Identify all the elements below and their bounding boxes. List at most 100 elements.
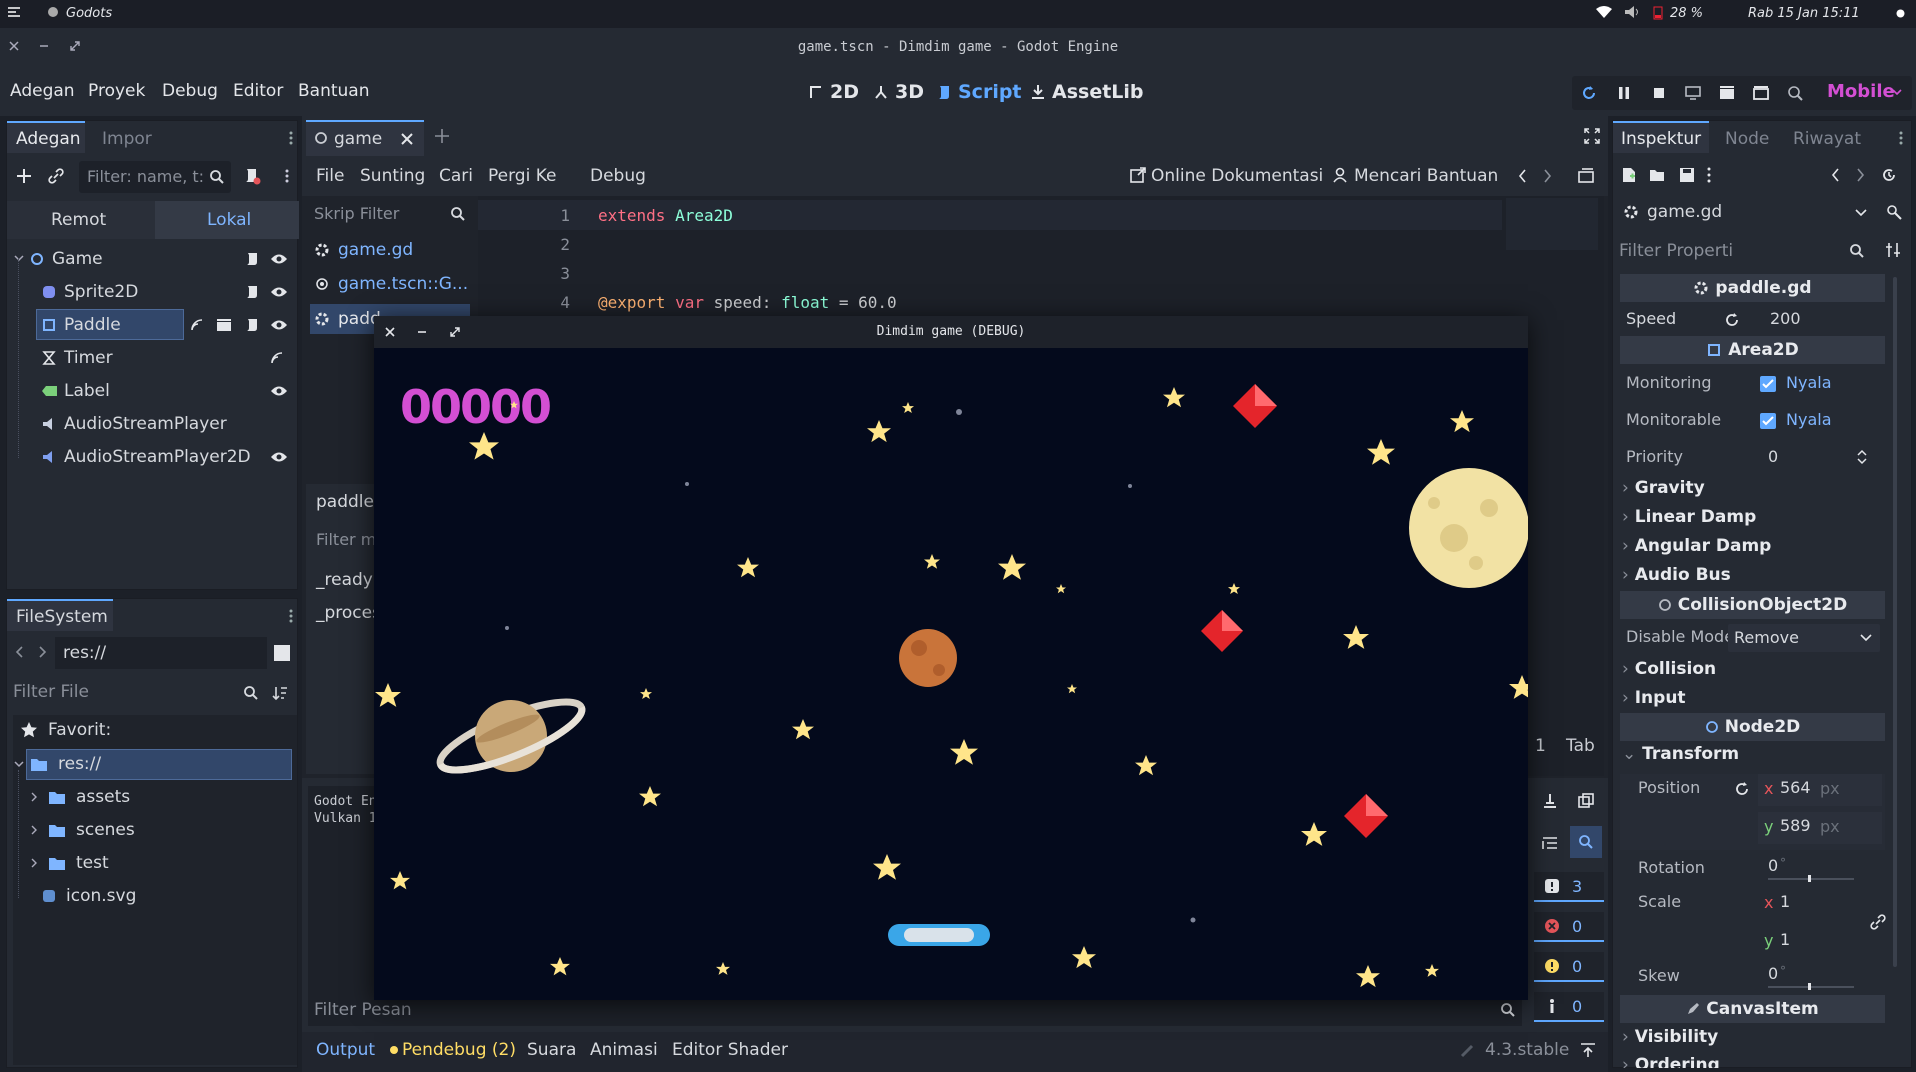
script-item-game-tscn[interactable]: game.tscn::G...	[314, 274, 468, 294]
history-back-icon[interactable]	[1831, 167, 1841, 183]
script-icon[interactable]	[244, 317, 260, 333]
back-icon[interactable]	[15, 645, 25, 659]
filter-info-toggle[interactable]: 0	[1534, 992, 1604, 1022]
spinner-icon[interactable]	[1856, 449, 1868, 465]
tab-import[interactable]: Impor	[102, 129, 152, 149]
code-minimap[interactable]	[1506, 198, 1598, 250]
group-icon[interactable]	[216, 318, 232, 332]
update-spinner-icon[interactable]	[1460, 1044, 1474, 1058]
signal-icon[interactable]	[190, 318, 204, 332]
clear-log-icon[interactable]	[1542, 793, 1558, 809]
tab-output[interactable]: Output	[316, 1040, 375, 1060]
remote-debug-icon[interactable]	[1684, 84, 1702, 102]
distraction-free-icon[interactable]	[1584, 128, 1600, 144]
filter-errors2-toggle[interactable]: 0	[1534, 912, 1604, 942]
disable-mode-select[interactable]: Remove	[1728, 624, 1880, 652]
workspace-assetlib[interactable]: AssetLib	[1030, 81, 1144, 103]
visibility-eye-icon[interactable]	[270, 450, 288, 464]
chevron-right-icon[interactable]	[30, 858, 38, 868]
category-input[interactable]: › Input	[1622, 688, 1686, 708]
edited-resource-select[interactable]: game.gd	[1617, 195, 1873, 229]
filter-errors-toggle[interactable]: 3	[1534, 872, 1604, 902]
chevron-down-icon[interactable]	[1892, 88, 1902, 96]
script-menu-goto[interactable]: Pergi Ke	[488, 166, 556, 186]
wifi-icon[interactable]	[1595, 5, 1613, 19]
new-resource-icon[interactable]	[1621, 167, 1637, 183]
dock-menu-icon[interactable]	[289, 609, 293, 623]
menu-icon[interactable]	[6, 4, 22, 20]
save-icon[interactable]	[1679, 167, 1695, 183]
script-icon[interactable]	[244, 251, 260, 267]
checkbox-checked-icon[interactable]	[1760, 376, 1776, 392]
menu-editor[interactable]: Editor	[233, 81, 283, 101]
workspace-3d[interactable]: 3D	[873, 81, 924, 103]
category-visibility[interactable]: › Visibility	[1622, 1027, 1718, 1047]
fs-folder-test[interactable]: test	[30, 853, 109, 873]
tab-debugger[interactable]: Pendebug (2)	[402, 1040, 516, 1060]
monitorable-value[interactable]: Nyala	[1786, 410, 1832, 429]
collapse-icon[interactable]	[1542, 835, 1558, 851]
tab-game[interactable]: game	[306, 120, 424, 156]
tab-animation[interactable]: Animasi	[590, 1040, 658, 1060]
open-folder-icon[interactable]	[1649, 167, 1665, 183]
chevron-right-icon[interactable]	[30, 792, 38, 802]
scene-menu-icon[interactable]	[285, 169, 289, 183]
rotation-slider[interactable]: 0 °	[1760, 854, 1882, 882]
search-toggle[interactable]	[1570, 826, 1602, 858]
notification-dot[interactable]	[1896, 9, 1905, 18]
monitoring-value[interactable]: Nyala	[1786, 373, 1832, 392]
tab-inspector[interactable]: Inspektur	[1613, 121, 1709, 153]
dock-menu-icon[interactable]	[1899, 131, 1903, 145]
script-item-game-gd[interactable]: game.gd	[314, 240, 413, 260]
visibility-eye-icon[interactable]	[270, 285, 288, 299]
resource-menu-icon[interactable]	[1707, 167, 1711, 183]
add-node-icon[interactable]	[15, 167, 33, 185]
priority-value-input[interactable]: 0	[1768, 447, 1778, 466]
movie-maker-icon[interactable]	[1786, 84, 1804, 102]
add-tab-icon[interactable]	[434, 128, 450, 144]
clock[interactable]: Rab 15 Jan 15:11	[1748, 6, 1860, 21]
tab-local[interactable]: Lokal	[155, 201, 299, 239]
path-input[interactable]: res://	[55, 637, 267, 669]
online-docs-button[interactable]: Online Dokumentasi	[1151, 166, 1323, 186]
fs-file-icon-svg[interactable]: icon.svg	[42, 886, 136, 906]
indent-mode-indicator[interactable]: Tab	[1566, 736, 1595, 756]
tree-node-timer[interactable]: Timer	[8, 341, 293, 374]
forward-icon[interactable]	[37, 645, 47, 659]
workspace-2d[interactable]: 2D	[808, 81, 859, 103]
renderer-select[interactable]: Mobile	[1827, 81, 1895, 102]
layout-toggle-icon[interactable]	[273, 644, 291, 662]
file-filter-input[interactable]: Filter File	[7, 675, 299, 709]
game-debug-window[interactable]: Dimdim game (DEBUG) 00000	[374, 316, 1528, 1000]
chevron-right-icon[interactable]	[30, 825, 38, 835]
script-menu-search[interactable]: Cari	[439, 166, 473, 186]
chevron-down-icon[interactable]	[14, 254, 24, 263]
scene-filter-input[interactable]: Filter: name, t:	[79, 161, 231, 193]
close-tab-icon[interactable]	[400, 132, 414, 146]
engine-version[interactable]: 4.3.stable	[1485, 1040, 1569, 1060]
tab-scene[interactable]: Adegan	[7, 121, 85, 153]
tab-remote[interactable]: Remot	[7, 201, 155, 239]
tab-audio[interactable]: Suara	[527, 1040, 576, 1060]
category-collision[interactable]: › Collision	[1622, 659, 1716, 679]
signal-icon[interactable]	[270, 351, 284, 365]
dock-menu-icon[interactable]	[289, 131, 293, 145]
tree-node-audiostreamplayer[interactable]: AudioStreamPlayer	[8, 407, 293, 440]
method-item[interactable]: _ready	[316, 570, 373, 590]
category-ordering[interactable]: › Ordering	[1622, 1055, 1720, 1068]
section-script[interactable]: paddle.gd	[1620, 274, 1885, 302]
tab-filesystem[interactable]: FileSystem	[7, 599, 113, 631]
volume-icon[interactable]	[1623, 5, 1641, 19]
property-filter-input[interactable]: Filter Properti	[1613, 233, 1875, 267]
menu-scene[interactable]: Adegan	[10, 81, 75, 101]
copy-icon[interactable]	[1578, 793, 1594, 809]
section-node2d[interactable]: Node2D	[1620, 713, 1885, 741]
tab-shader-editor[interactable]: Editor Shader	[672, 1040, 788, 1060]
stop-icon[interactable]	[1650, 84, 1668, 102]
position-x-input[interactable]: x 564 px	[1758, 774, 1882, 806]
method-filter-placeholder[interactable]: Filter m	[316, 530, 376, 549]
section-area2d[interactable]: Area2D	[1620, 336, 1885, 364]
slider-handle[interactable]	[1808, 875, 1811, 882]
tab-node[interactable]: Node	[1725, 129, 1769, 149]
pause-icon[interactable]	[1615, 84, 1633, 102]
